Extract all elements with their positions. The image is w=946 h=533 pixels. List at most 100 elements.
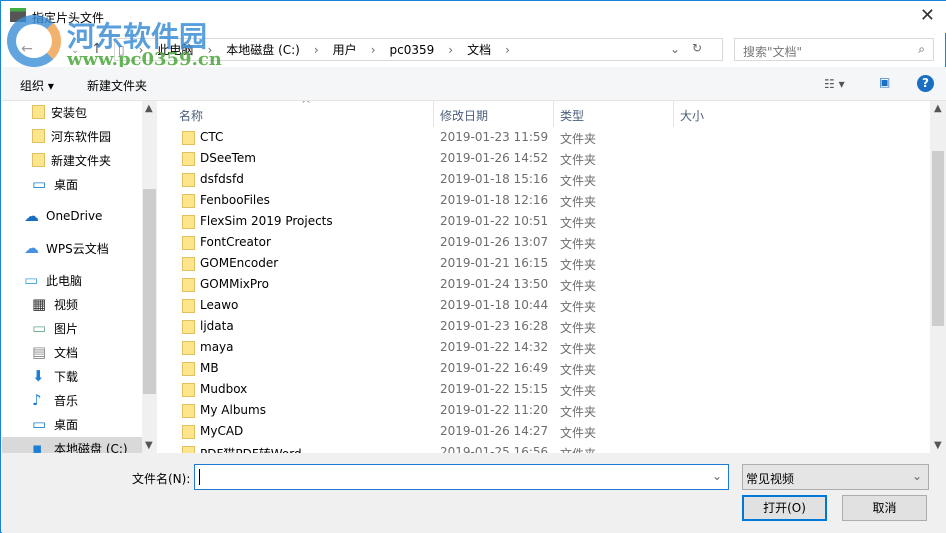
header-size[interactable]: 大小 xyxy=(680,107,704,124)
cloud-outline-icon: ☁ xyxy=(24,239,39,257)
file-row[interactable]: FontCreator 2019-01-26 13:07 文件夹 xyxy=(159,232,931,253)
file-row[interactable]: FlexSim 2019 Projects 2019-01-22 10:51 文… xyxy=(159,211,931,232)
file-date: 2019-01-26 14:52 xyxy=(440,151,549,165)
sidebar-item[interactable]: 新建文件夹 xyxy=(32,149,111,171)
file-date: 2019-01-25 16:56 xyxy=(440,445,549,453)
file-row[interactable]: MB 2019-01-22 16:49 文件夹 xyxy=(159,358,931,379)
recent-dropdown[interactable]: ⌄ xyxy=(71,45,79,56)
back-button[interactable]: ← xyxy=(21,41,33,57)
file-type: 文件夹 xyxy=(560,445,596,453)
navigation-pane: 安装包 河东软件园 新建文件夹 ▭ 桌面 ☁ OneDrive ☁ WPS云文档 ▭ 此电脑 ▦ 视频 ▭… xyxy=(2,101,157,453)
file-date: 2019-01-22 11:20 xyxy=(440,403,549,417)
cloud-icon: ☁ xyxy=(24,207,39,225)
sidebar-item[interactable]: ▦ 视频 xyxy=(32,293,78,315)
up-button[interactable]: ↑ xyxy=(91,41,103,57)
sidebar-item-label: 此电脑 xyxy=(46,273,83,288)
sidebar-item[interactable]: ⬇ 下载 xyxy=(32,365,78,387)
folder-icon xyxy=(32,153,45,167)
sidebar-item[interactable]: ▭ 此电脑 xyxy=(24,269,82,291)
cancel-button[interactable]: 取消 xyxy=(842,495,927,521)
sidebar-item[interactable]: 安装包 xyxy=(32,101,87,123)
file-row[interactable]: dsfdsfd 2019-01-18 15:16 文件夹 xyxy=(159,169,931,190)
file-row[interactable]: Leawo 2019-01-18 10:44 文件夹 xyxy=(159,295,931,316)
sidebar-scrollbar[interactable]: ▲ ▼ xyxy=(142,101,157,453)
breadcrumb-item[interactable]: 此电脑 xyxy=(157,41,193,58)
sidebar-item[interactable]: ▤ 文档 xyxy=(32,341,78,363)
file-date: 2019-01-26 14:27 xyxy=(440,424,549,438)
chevron-down-icon[interactable]: ⌄ xyxy=(712,469,722,483)
address-bar[interactable]: ▯ › 此电脑 › 本地磁盘 (C:) › 用户 › pc0359 › 文档 › ⌄ ↻ xyxy=(114,38,723,61)
file-row[interactable]: maya 2019-01-22 14:32 文件夹 xyxy=(159,337,931,358)
file-date: 2019-01-22 15:15 xyxy=(440,382,549,396)
filename-input[interactable]: ⌄ xyxy=(194,464,729,490)
file-date: 2019-01-18 15:16 xyxy=(440,172,549,186)
file-row[interactable]: CTC 2019-01-23 11:59 文件夹 xyxy=(159,127,931,148)
file-row[interactable]: My Albums 2019-01-22 11:20 文件夹 xyxy=(159,400,931,421)
file-row[interactable]: ljdata 2019-01-23 16:28 文件夹 xyxy=(159,316,931,337)
file-row[interactable]: GOMEncoder 2019-01-21 16:15 文件夹 xyxy=(159,253,931,274)
sort-arrow-icon: ^ xyxy=(301,101,312,111)
file-type-select[interactable]: 常见视频 ⌄ xyxy=(742,464,929,490)
file-date: 2019-01-21 16:15 xyxy=(440,256,549,270)
help-icon[interactable]: ? xyxy=(917,75,934,92)
file-row[interactable]: GOMMixPro 2019-01-24 13:50 文件夹 xyxy=(159,274,931,295)
sidebar-item-label: WPS云文档 xyxy=(46,241,109,256)
file-date: 2019-01-18 10:44 xyxy=(440,298,549,312)
sidebar-item[interactable]: ☁ WPS云文档 xyxy=(24,237,109,259)
preview-pane-icon[interactable]: ▣ xyxy=(879,75,890,89)
breadcrumb-item[interactable]: 用户 xyxy=(333,41,357,58)
file-row[interactable]: DSeeTem 2019-01-26 14:52 文件夹 xyxy=(159,148,931,169)
sidebar-item-label: 文档 xyxy=(54,345,79,360)
view-options-icon[interactable]: ☷ ▾ xyxy=(824,77,845,91)
sidebar-item[interactable]: ▭ 桌面 xyxy=(32,173,78,195)
desktop-icon: ▭ xyxy=(32,415,47,433)
file-row[interactable]: MyCAD 2019-01-26 14:27 文件夹 xyxy=(159,421,931,442)
file-name: dsfdsfd xyxy=(200,172,244,186)
file-list-scrollbar[interactable]: ▲ ▼ xyxy=(930,101,946,453)
breadcrumb-item[interactable]: pc0359 xyxy=(390,43,435,57)
sidebar-item[interactable]: ▪ 本地磁盘 (C:) xyxy=(2,437,142,453)
breadcrumb-item[interactable]: 文档 xyxy=(467,41,491,58)
computer-icon: ▭ xyxy=(24,271,39,289)
file-row[interactable]: PDF猫PDF转Word 2019-01-25 16:56 文件夹 xyxy=(159,442,931,453)
sidebar-item-label: OneDrive xyxy=(46,209,103,223)
folder-icon xyxy=(182,257,195,271)
sidebar-item[interactable]: ☁ OneDrive xyxy=(24,205,102,227)
sidebar-item[interactable]: ♪ 音乐 xyxy=(32,389,78,411)
folder-icon xyxy=(182,152,195,166)
folder-icon xyxy=(182,236,195,250)
file-type: 文件夹 xyxy=(560,132,597,146)
sidebar-item[interactable]: ▭ 桌面 xyxy=(32,413,78,435)
sidebar-item[interactable]: ▭ 图片 xyxy=(32,317,78,339)
breadcrumb-item[interactable]: 本地磁盘 (C:) xyxy=(226,41,300,58)
folder-icon xyxy=(182,446,195,453)
header-date[interactable]: 修改日期 xyxy=(440,107,488,124)
open-button[interactable]: 打开(O) xyxy=(742,495,827,521)
close-button[interactable]: ✕ xyxy=(920,5,935,26)
file-row[interactable]: Mudbox 2019-01-22 15:15 文件夹 xyxy=(159,379,931,400)
sidebar-item-label: 下载 xyxy=(54,369,79,384)
file-date: 2019-01-23 11:59 xyxy=(440,130,549,144)
scroll-thumb[interactable] xyxy=(143,189,156,394)
desktop-icon: ▭ xyxy=(32,175,47,193)
header-name[interactable]: 名称 xyxy=(179,107,203,124)
file-type-value: 常见视频 xyxy=(746,472,795,486)
scroll-thumb[interactable] xyxy=(932,151,944,326)
file-type: 文件夹 xyxy=(560,153,597,167)
file-type: 文件夹 xyxy=(560,384,597,398)
header-type[interactable]: 类型 xyxy=(560,107,584,124)
sidebar-item[interactable]: 河东软件园 xyxy=(32,125,111,147)
file-name: MB xyxy=(200,361,219,375)
file-type: 文件夹 xyxy=(560,342,597,356)
new-folder-button[interactable]: 新建文件夹 xyxy=(87,77,147,94)
file-row[interactable]: FenbooFiles 2019-01-18 12:16 文件夹 xyxy=(159,190,931,211)
organize-button[interactable]: 组织 ▾ xyxy=(20,77,54,94)
search-input[interactable]: 搜索"文档" ⌕ xyxy=(734,38,934,61)
chevron-down-icon[interactable]: ⌄ xyxy=(670,42,680,56)
folder-icon xyxy=(32,129,45,143)
file-name: GOMEncoder xyxy=(200,256,279,270)
sidebar-item-label: 河东软件园 xyxy=(51,129,112,144)
folder-icon xyxy=(182,278,195,292)
file-name: FlexSim 2019 Projects xyxy=(200,214,333,228)
refresh-icon[interactable]: ↻ xyxy=(692,41,702,55)
